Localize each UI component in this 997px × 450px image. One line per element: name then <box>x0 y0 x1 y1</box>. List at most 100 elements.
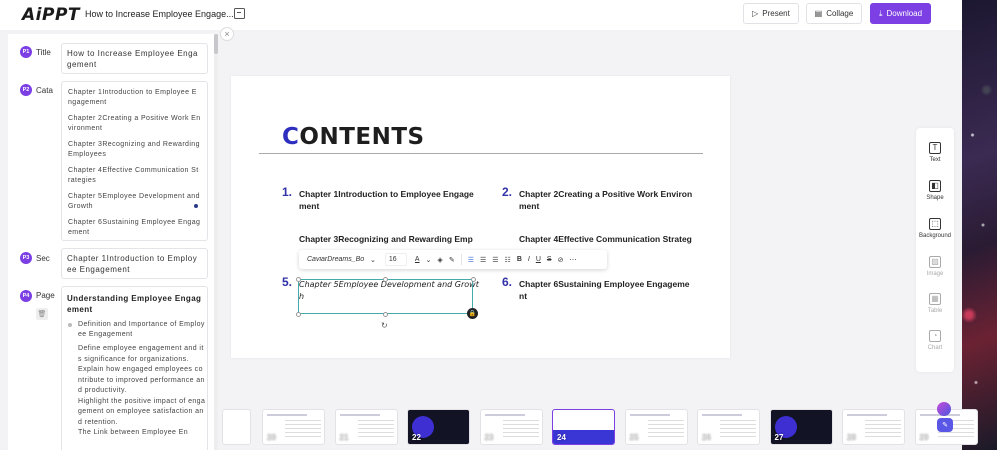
assistant-icon[interactable] <box>937 402 951 416</box>
page-content-box[interactable]: Understanding Employee Engagement Defini… <box>61 286 208 450</box>
trash-icon[interactable]: 🗑 <box>36 308 48 320</box>
present-label: Present <box>762 9 790 18</box>
tool-text[interactable]: T Text <box>916 142 954 163</box>
lock-icon[interactable]: 🔒 <box>467 308 478 319</box>
heading-rest: ONTENTS <box>299 124 425 150</box>
thumb-text-lines <box>647 420 684 440</box>
thumbnail-number: 29 <box>919 433 929 442</box>
resize-handle[interactable] <box>471 277 476 282</box>
slide-thumbnail[interactable]: 26 <box>697 409 760 445</box>
slide-thumbnail[interactable]: 21 <box>334 409 398 445</box>
chapter-item[interactable]: 4.Chapter 4Effective Communication Strat… <box>519 234 694 246</box>
bold-icon[interactable]: B <box>517 256 522 263</box>
fill-color-icon[interactable]: ◈ <box>437 256 442 264</box>
chart-icon: ◔ <box>929 330 941 342</box>
link-icon[interactable]: ⊘ <box>558 256 564 264</box>
chapter-number: 6. <box>502 275 513 289</box>
chapter-text: Chapter 2Creating a Positive Work Enviro… <box>519 189 693 211</box>
title-label: Title <box>36 48 51 57</box>
page-label: Page <box>36 291 55 300</box>
catalog-item[interactable]: Chapter 4Effective Communication Strateg… <box>68 166 201 186</box>
title-input[interactable]: How to Increase Employee Engagement <box>61 43 208 74</box>
thumb-title-bar <box>847 414 887 416</box>
resize-handle[interactable] <box>296 312 301 317</box>
list-icon[interactable]: ☷ <box>505 256 511 264</box>
outline-scrollbar[interactable] <box>214 34 218 450</box>
catalog-item[interactable]: Chapter 5Employee Development and Growth <box>68 192 201 212</box>
align-center-icon[interactable]: ☰ <box>480 256 486 264</box>
close-panel-icon[interactable]: × <box>220 27 234 41</box>
tool-label: Chart <box>927 345 943 351</box>
slide-thumbnail[interactable]: 24 <box>552 409 615 445</box>
save-icon[interactable] <box>234 8 245 19</box>
slide-thumbnail[interactable]: 28 <box>842 409 905 445</box>
tool-chart[interactable]: ◔ Chart <box>916 330 954 351</box>
selection-box[interactable] <box>298 279 473 314</box>
title-badge: P1 <box>20 46 32 58</box>
cursor-dot <box>194 204 198 208</box>
collage-button[interactable]: ▤ Collage <box>806 3 862 24</box>
thumb-title-bar <box>484 414 525 416</box>
underline-icon[interactable]: U <box>536 256 541 263</box>
align-left-icon[interactable]: ☰ <box>468 256 474 264</box>
chapter-text: Chapter 1Introduction to Employee Engage… <box>299 189 474 211</box>
tool-table[interactable]: ▦ Table <box>916 293 954 314</box>
chevron-down-icon[interactable]: ⌄ <box>426 256 432 264</box>
thumbnail-number: 22 <box>412 433 421 442</box>
cata-badge: P2 <box>20 84 32 96</box>
resize-handle[interactable] <box>383 277 388 282</box>
highlight-icon[interactable]: ✎ <box>449 256 455 264</box>
slide-thumbnail[interactable]: 27 <box>769 409 833 445</box>
heading-divider <box>259 153 703 154</box>
thumbnail-number: 21 <box>339 433 349 442</box>
catalog-item[interactable]: Chapter 1Introduction to Employee Engage… <box>68 88 201 108</box>
chapter-item[interactable]: 2. Chapter 2Creating a Positive Work Envi… <box>502 186 694 212</box>
download-button[interactable]: ⤓ Download <box>870 3 931 24</box>
download-icon: ⤓ <box>878 8 883 18</box>
slide-thumbnail[interactable]: 20 <box>262 409 325 445</box>
chapter-item[interactable]: 6. Chapter 6Sustaining Employee Engagemen… <box>502 276 694 302</box>
tool-shape[interactable]: ◧ Shape <box>916 180 954 201</box>
cata-list[interactable]: Chapter 1Introduction to Employee Engage… <box>61 81 208 241</box>
font-size-input[interactable]: 16 <box>384 253 407 266</box>
rotate-icon[interactable]: ↻ <box>381 321 388 330</box>
chapter-item[interactable]: 1. Chapter 1Introduction to Employee Enga… <box>282 186 474 212</box>
thumbnail-number: 28 <box>847 433 856 442</box>
slide-thumbnail[interactable]: 23 <box>479 409 543 445</box>
page-title: Understanding Employee Engagement <box>67 294 202 314</box>
slide-thumbnail-partial[interactable] <box>222 409 251 445</box>
table-icon: ▦ <box>929 293 941 305</box>
thumb-text-lines <box>865 420 901 440</box>
slide-thumbnail[interactable]: 25 <box>624 409 688 445</box>
italic-icon[interactable]: I <box>528 256 530 263</box>
font-color-icon[interactable]: A <box>415 256 420 263</box>
tool-background[interactable]: ⬚ Background <box>916 218 954 239</box>
insert-tool-panel: T Text ◧ Shape ⬚ Background ▨ Image ▦ Table ◔ Chart <box>916 128 954 372</box>
tool-image[interactable]: ▨ Image <box>916 256 954 277</box>
play-icon: ▷ <box>752 9 759 18</box>
page-body-line: Define employee engagement and its signi… <box>78 345 204 363</box>
thumb-title-bar <box>339 414 380 416</box>
slide-canvas[interactable]: CONTENTS 1. Chapter 1Introduction to Empl… <box>231 76 730 358</box>
more-icon[interactable]: ⋯ <box>569 256 576 264</box>
slide-heading[interactable]: CONTENTS <box>282 124 425 150</box>
chat-icon[interactable]: ✎ <box>937 418 953 432</box>
resize-handle[interactable] <box>383 312 388 317</box>
strikethrough-icon[interactable]: S <box>547 256 552 263</box>
catalog-item[interactable]: Chapter 6Sustaining Employee Engagement <box>68 218 201 238</box>
document-title[interactable]: How to Increase Employee Engage... <box>85 9 234 19</box>
resize-handle[interactable] <box>296 277 301 282</box>
slide-thumbnail[interactable]: 22 <box>407 409 470 445</box>
shape-icon: ◧ <box>929 180 941 192</box>
catalog-item[interactable]: Chapter 2Creating a Positive Work Enviro… <box>68 114 201 134</box>
outline-scrollbar-thumb[interactable] <box>214 34 218 54</box>
catalog-item[interactable]: Chapter 3Recognizing and Rewarding Emplo… <box>68 140 201 160</box>
chevron-down-icon[interactable]: ⌄ <box>370 256 376 264</box>
sec-input[interactable]: Chapter 1Introduction to Employee Engage… <box>61 248 208 279</box>
font-select[interactable]: CaviarDreams_Bo <box>307 256 367 263</box>
align-right-icon[interactable]: ☰ <box>492 256 498 264</box>
present-button[interactable]: ▷ Present <box>743 3 799 24</box>
chapter-item[interactable]: 3.Chapter 3Recognizing and Rewarding Emp <box>299 234 474 246</box>
thumbnail-number: 26 <box>702 433 711 442</box>
heading-first-letter: C <box>282 124 300 150</box>
